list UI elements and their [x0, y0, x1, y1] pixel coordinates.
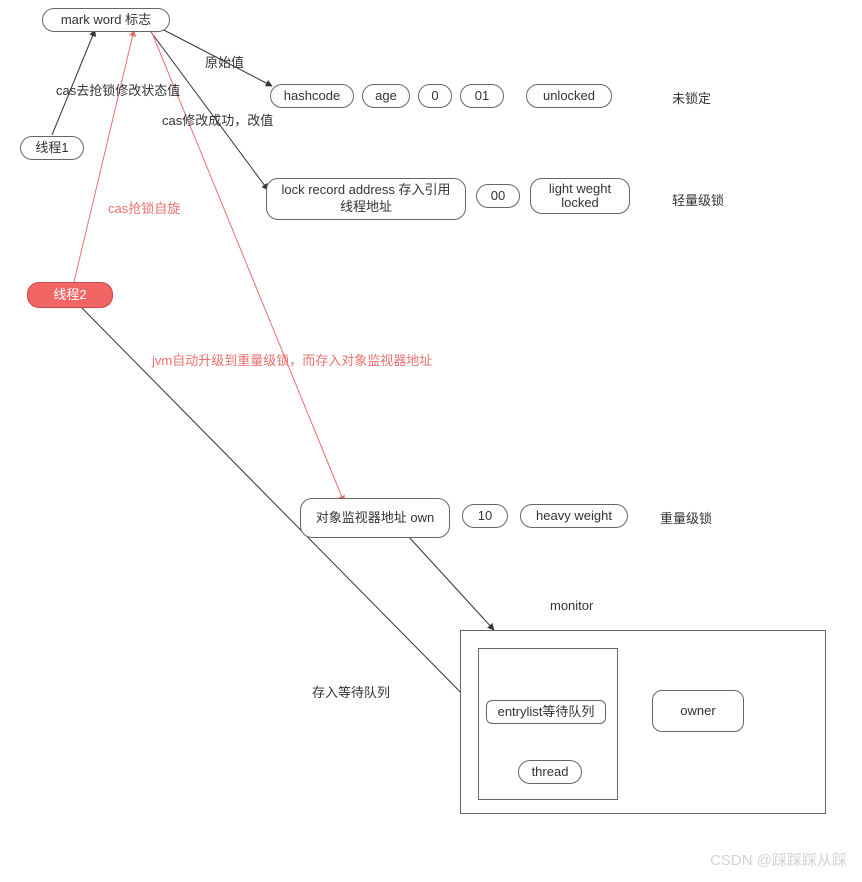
- label-cas-try: cas去抢锁修改状态值: [56, 80, 180, 99]
- side-unlocked: 未锁定: [672, 88, 711, 107]
- thread2-node: 线程2: [27, 282, 113, 308]
- age-node: age: [362, 84, 410, 108]
- entrylist-node: entrylist等待队列: [486, 700, 606, 724]
- bit01-node: 01: [460, 84, 504, 108]
- label-orig: 原始值: [205, 52, 244, 71]
- label-jvm-upgrade: jvm自动升级到重量级锁，而存入对象监视器地址: [152, 350, 432, 369]
- watermark-text: CSDN @踩踩踩从踩: [710, 849, 847, 870]
- heavyweight-node: heavy weight: [520, 504, 628, 528]
- bit00-node: 00: [476, 184, 520, 208]
- lockrecord-node: lock record address 存入引用线程地址: [266, 178, 466, 220]
- side-heavy: 重量级锁: [660, 508, 712, 527]
- hashcode-node: hashcode: [270, 84, 354, 108]
- side-monitor: monitor: [550, 598, 593, 613]
- label-cas-ok: cas修改成功，改值: [162, 110, 273, 129]
- side-light: 轻量级锁: [672, 190, 724, 209]
- thread-in-node: thread: [518, 760, 582, 784]
- monitor-addr-node: 对象监视器地址 own: [300, 498, 450, 538]
- bit10-node: 10: [462, 504, 508, 528]
- markword-node: mark word 标志: [42, 8, 170, 32]
- lightweight-node: light weght locked: [530, 178, 630, 214]
- unlocked-node: unlocked: [526, 84, 612, 108]
- bit0-node: 0: [418, 84, 452, 108]
- thread1-node: 线程1: [20, 136, 84, 160]
- label-cas-spin: cas抢锁自旋: [108, 198, 180, 217]
- owner-node: owner: [652, 690, 744, 732]
- label-enqueue: 存入等待队列: [312, 682, 390, 701]
